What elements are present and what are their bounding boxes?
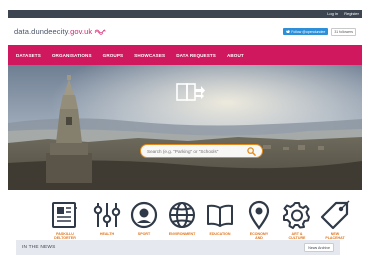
nav-item-datasets[interactable]: DATASETS (16, 53, 41, 58)
category-sport[interactable]: SPORT (124, 200, 164, 236)
register-link[interactable]: Register (344, 10, 359, 18)
search-icon[interactable] (247, 147, 256, 156)
category-environment[interactable]: ENVIRONMENT (162, 200, 202, 236)
gear-icon (283, 202, 310, 229)
news-archive-button[interactable]: News Archive (304, 243, 334, 252)
search-input[interactable] (147, 148, 247, 154)
category-paskillu-deltorter[interactable]: PASKILLU DELTORTER (45, 200, 85, 241)
logo-prefix: data.dundeecity (14, 27, 68, 36)
follower-count: 31 followers (331, 27, 356, 36)
sliders-icon (93, 203, 121, 227)
logo-mark-icon (94, 29, 106, 35)
nav-item-showcases[interactable]: SHOWCASES (134, 53, 165, 58)
book-icon (207, 204, 233, 227)
category-label: SPORT (137, 232, 151, 236)
top-utility-bar: Log in Register (8, 10, 362, 18)
share-icon (176, 83, 205, 101)
category-label: EDUCATION (209, 232, 231, 236)
football-icon (130, 201, 158, 229)
category-economy-and-finance[interactable]: ECONOMY AND FINANCE (239, 200, 279, 245)
nav-item-data-requests[interactable]: DATA REQUESTS (176, 53, 216, 58)
globe-icon (169, 202, 195, 228)
dataset-search-box (140, 144, 263, 158)
category-art-and-culture[interactable]: ART & CULTURE (277, 200, 317, 241)
category-label: ENVIRONMENT (168, 232, 196, 236)
category-health[interactable]: HEALTH (87, 200, 127, 236)
category-education[interactable]: EDUCATION (200, 200, 240, 236)
twitter-follow-button[interactable]: Follow @opendundee (282, 28, 329, 35)
nav-item-groups[interactable]: GROUPS (103, 53, 124, 58)
tag-icon (320, 200, 350, 230)
site-logo[interactable]: data.dundeecity.gov.uk (14, 27, 106, 36)
hero-banner (8, 65, 362, 190)
twitter-bird-icon (285, 29, 290, 34)
news-section-header: IN THE NEWS News Archive (16, 240, 340, 255)
login-link[interactable]: Log in (327, 10, 338, 18)
twitter-follow-label: Follow @opendundee (291, 29, 326, 34)
logo-suffix: .gov.uk (67, 27, 93, 36)
logo-text: data.dundeecity.gov.uk (14, 27, 92, 36)
main-navigation: DATASETS ORGANISATIONS GROUPS SHOWCASES … (8, 45, 362, 65)
news-title: IN THE NEWS (22, 245, 56, 250)
header-social: Follow @opendundee 31 followers (282, 27, 356, 36)
category-label: HEALTH (99, 232, 115, 236)
browser-viewport: Log in Register data.dundeecity.gov.uk F… (8, 10, 362, 273)
nav-item-about[interactable]: ABOUT (227, 53, 244, 58)
site-header: data.dundeecity.gov.uk Follow @opendunde… (8, 18, 362, 45)
location-pin-icon (248, 200, 270, 230)
nav-item-organisations[interactable]: ORGANISATIONS (52, 53, 92, 58)
category-new-placehat-mah[interactable]: NEW PLACEHAT MAH (315, 200, 355, 245)
newspaper-icon (52, 202, 77, 228)
